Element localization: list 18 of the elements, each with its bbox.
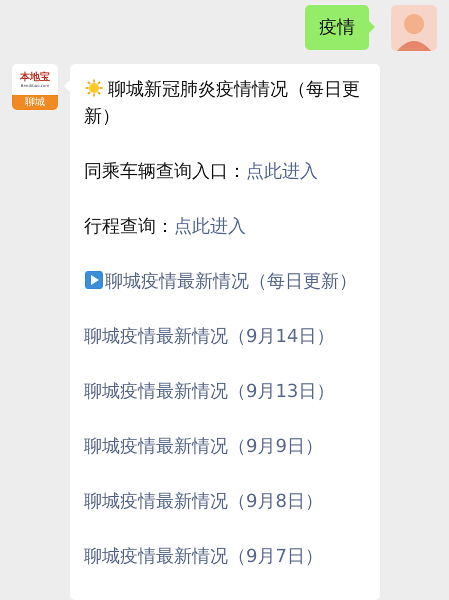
entry-label: 同乘车辆查询入口：: [84, 161, 246, 182]
article-link[interactable]: 聊城疫情最新情况（9月8日）: [84, 488, 368, 515]
article-link[interactable]: 聊城疫情最新情况（9月7日）: [84, 543, 368, 570]
sun-icon: [84, 78, 104, 98]
play-icon: [84, 270, 104, 290]
entry-label: 行程查询：: [84, 216, 174, 237]
logo-city: 聊城: [12, 95, 58, 110]
logo-brand: 本地宝: [20, 72, 50, 82]
enter-link[interactable]: 点此进入: [246, 161, 318, 182]
message-bubble: 疫情: [305, 5, 369, 50]
avatar[interactable]: [391, 5, 437, 51]
article-link[interactable]: 聊城疫情最新情况（9月13日）: [84, 378, 368, 405]
enter-link[interactable]: 点此进入: [174, 216, 246, 237]
bubble-tail: [369, 21, 375, 33]
article-link[interactable]: 聊城疫情最新情况（每日更新）: [84, 268, 368, 295]
article-link[interactable]: 聊城疫情最新情况（9月9日）: [84, 433, 368, 460]
message-title: 聊城新冠肺炎疫情情况（每日更新）: [84, 77, 361, 129]
article-link[interactable]: 聊城疫情最新情况（9月14日）: [84, 323, 368, 350]
